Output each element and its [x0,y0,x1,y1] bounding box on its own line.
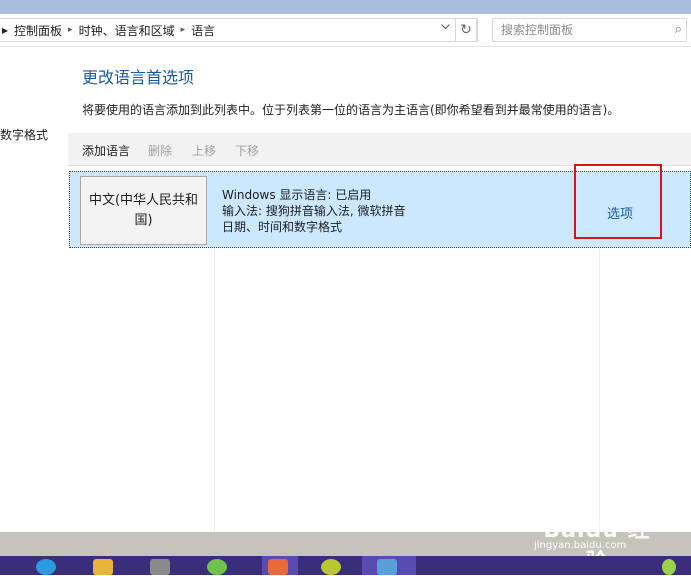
address-bar: ▸ 控制面板 ▸ 时钟、语言和区域 ▸ 语言 ↻ 搜索控制面板 ⌕ [0,14,691,47]
search-icon[interactable]: ⌕ [675,19,682,41]
breadcrumb-separator-icon[interactable]: ▸ [181,25,186,35]
folder-icon[interactable] [93,559,113,575]
column-divider [599,248,600,532]
breadcrumb-item-control-panel[interactable]: 控制面板 [14,22,62,39]
app-icon[interactable] [268,559,288,575]
breadcrumb-chevron-icon[interactable]: ▸ [2,23,8,37]
control-panel-icon[interactable] [377,559,397,575]
page-description: 将要使用的语言添加到此列表中。位于列表第一位的语言为主语言(即你希望看到并最常使… [82,103,620,117]
sidebar-link-number-format[interactable]: 数字格式 [0,126,48,143]
move-down-button[interactable]: 下移 [235,142,259,159]
refresh-button[interactable]: ↻ [455,18,477,42]
tray-icon[interactable] [662,559,676,575]
language-details: Windows 显示语言: 已启用 输入法: 搜狗拼音输入法, 微软拼音 日期、… [222,187,406,235]
watermark-url: jingyan.baidu.com [534,540,627,551]
window-title-bar [0,0,691,14]
add-language-button[interactable]: 添加语言 [82,142,130,159]
column-divider [214,248,215,532]
breadcrumb-item-language[interactable]: 语言 [191,22,215,39]
app-icon[interactable] [150,559,170,575]
move-up-button[interactable]: 上移 [192,142,216,159]
date-time-number-format: 日期、时间和数字格式 [222,220,343,234]
language-toolbar: 添加语言 删除 上移 下移 [68,133,691,166]
page-title: 更改语言首选项 [82,68,195,87]
search-input[interactable]: 搜索控制面板 ⌕ [492,18,687,42]
ie-icon[interactable] [36,559,56,575]
app-icon[interactable] [207,559,227,575]
search-placeholder: 搜索控制面板 [501,23,574,37]
breadcrumb-separator-icon[interactable]: ▸ [68,25,73,35]
input-methods: 输入法: 搜狗拼音输入法, 微软拼音 [222,204,406,218]
language-name-button[interactable]: 中文(中华人民共和国) [80,176,207,245]
breadcrumb-item-clock-language-region[interactable]: 时钟、语言和区域 [79,22,175,39]
taskbar [0,556,691,575]
chevron-down-icon[interactable] [438,22,452,33]
app-icon[interactable] [321,559,341,575]
remove-button[interactable]: 删除 [148,142,172,159]
annotation-highlight-box [574,164,662,239]
display-language-status: Windows 显示语言: 已启用 [222,188,372,202]
breadcrumb: ▸ 控制面板 ▸ 时钟、语言和区域 ▸ 语言 [0,18,215,42]
